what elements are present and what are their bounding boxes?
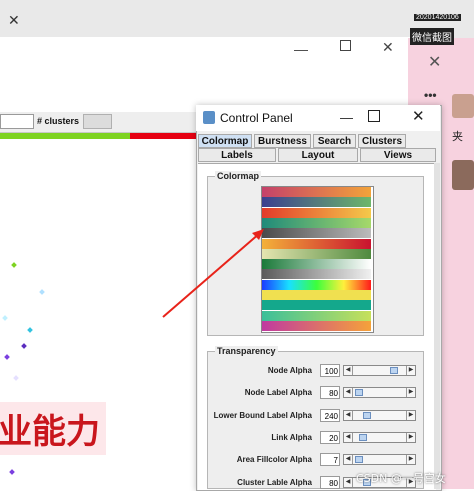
colormap-option[interactable] bbox=[262, 228, 371, 239]
alpha-label: Cluster Lable Alpha bbox=[237, 477, 312, 487]
slider-thumb[interactable] bbox=[363, 411, 372, 419]
tab-colormap[interactable]: Colormap bbox=[198, 134, 252, 148]
transparency-section-title: Transparency bbox=[215, 346, 278, 356]
alpha-slider[interactable]: ◀ ▶ bbox=[343, 409, 416, 421]
colormap-option[interactable] bbox=[262, 310, 371, 321]
colormap-section-title: Colormap bbox=[215, 171, 262, 181]
progress-bar-red bbox=[130, 133, 200, 139]
colormap-option[interactable] bbox=[262, 320, 371, 331]
slider-thumb[interactable] bbox=[355, 389, 364, 397]
background-close-icon[interactable]: ✕ bbox=[8, 12, 22, 28]
watermark: CSDN @一号宫女 bbox=[356, 472, 446, 485]
control-panel-title: Control Panel bbox=[220, 111, 293, 125]
colormap-option[interactable] bbox=[262, 290, 371, 300]
alpha-label: Area Fillcolor Alpha bbox=[236, 455, 312, 465]
slider-right-arrow-icon[interactable]: ▶ bbox=[406, 432, 415, 442]
colormap-option[interactable] bbox=[262, 238, 371, 249]
more-menu-icon[interactable]: ••• bbox=[424, 88, 437, 102]
alpha-value-field[interactable]: 240 bbox=[320, 408, 340, 422]
tab-labels[interactable]: Labels bbox=[198, 148, 276, 162]
tab-burstness[interactable]: Burstness bbox=[254, 134, 311, 148]
slider-thumb[interactable] bbox=[389, 367, 398, 374]
minimize-icon[interactable]: — bbox=[340, 110, 353, 125]
alpha-value-field[interactable]: 100 bbox=[320, 364, 340, 377]
clusters-label: # clusters bbox=[37, 116, 80, 126]
search-field[interactable] bbox=[0, 114, 34, 129]
node-dot bbox=[11, 262, 17, 268]
colormap-option[interactable] bbox=[262, 207, 371, 218]
slider-thumb[interactable] bbox=[355, 456, 364, 464]
close-icon[interactable]: ✕ bbox=[382, 39, 394, 56]
wechat-close-icon[interactable]: ✕ bbox=[428, 52, 441, 72]
alpha-label: Node Label Alpha bbox=[244, 388, 312, 398]
node-dot bbox=[13, 375, 19, 381]
screenshot-timestamp: 20201420106 bbox=[414, 14, 461, 21]
node-dot bbox=[27, 327, 33, 333]
background-titlebar: — ✕ bbox=[0, 37, 410, 65]
colormap-option[interactable] bbox=[262, 279, 371, 290]
colormap-option[interactable] bbox=[262, 187, 371, 197]
screenshot-title: 微信截图 bbox=[410, 28, 454, 45]
node-dot bbox=[4, 354, 10, 360]
node-dot bbox=[2, 315, 8, 321]
colormap-option[interactable] bbox=[262, 300, 371, 311]
slider-left-arrow-icon[interactable]: ◀ bbox=[344, 410, 353, 420]
slider-right-arrow-icon[interactable]: ▶ bbox=[406, 455, 415, 465]
slider-right-arrow-icon[interactable]: ▶ bbox=[406, 388, 415, 398]
alpha-label: Node Alpha bbox=[267, 366, 312, 375]
slider-right-arrow-icon[interactable]: ▶ bbox=[406, 366, 415, 375]
slider-right-arrow-icon[interactable]: ▶ bbox=[406, 410, 415, 420]
node-dot bbox=[9, 469, 15, 475]
avatar[interactable] bbox=[452, 160, 474, 190]
colormap-option[interactable] bbox=[262, 217, 371, 228]
alpha-value-field[interactable]: 20 bbox=[320, 430, 340, 444]
alpha-label: Link Alpha bbox=[271, 432, 312, 442]
colormap-option[interactable] bbox=[262, 269, 371, 280]
slider-left-arrow-icon[interactable]: ◀ bbox=[344, 455, 353, 465]
alpha-label: Lower Bound Label Alpha bbox=[213, 410, 312, 420]
minimize-icon[interactable]: — bbox=[294, 41, 308, 57]
slider-left-arrow-icon[interactable]: ◀ bbox=[344, 477, 353, 487]
chat-name-fragment: 夹 bbox=[452, 130, 463, 143]
alpha-value-field[interactable]: 80 bbox=[320, 475, 340, 489]
vertical-scrollbar[interactable] bbox=[434, 163, 440, 489]
clusters-field[interactable] bbox=[83, 114, 112, 129]
maximize-icon[interactable] bbox=[340, 40, 351, 51]
alpha-slider[interactable]: ◀ ▶ bbox=[343, 365, 416, 376]
tab-views[interactable]: Views bbox=[360, 148, 436, 162]
slider-left-arrow-icon[interactable]: ◀ bbox=[344, 366, 353, 375]
maximize-icon[interactable] bbox=[368, 110, 380, 122]
colormap-option[interactable] bbox=[262, 248, 371, 259]
colormap-option[interactable] bbox=[262, 259, 371, 270]
slider-thumb[interactable] bbox=[358, 433, 367, 441]
colormap-option[interactable] bbox=[262, 197, 371, 208]
alpha-value-field[interactable]: 7 bbox=[320, 453, 340, 467]
alpha-slider[interactable]: ◀ ▶ bbox=[343, 431, 416, 443]
tab-layout[interactable]: Layout bbox=[278, 148, 358, 162]
java-app-icon bbox=[203, 111, 215, 124]
close-icon[interactable]: ✕ bbox=[412, 107, 425, 125]
tab-clusters[interactable]: Clusters bbox=[358, 134, 406, 148]
alpha-slider[interactable]: ◀ ▶ bbox=[343, 454, 416, 466]
slider-left-arrow-icon[interactable]: ◀ bbox=[344, 388, 353, 398]
progress-bar-green bbox=[0, 133, 130, 139]
avatar[interactable] bbox=[452, 94, 474, 118]
slider-left-arrow-icon[interactable]: ◀ bbox=[344, 432, 353, 442]
annotation-arrow bbox=[162, 229, 264, 318]
background-top-bar bbox=[0, 0, 474, 40]
background-chinese-text: 业能力 bbox=[0, 402, 106, 455]
node-dot bbox=[21, 343, 27, 349]
alpha-slider[interactable]: ◀ ▶ bbox=[343, 387, 416, 399]
node-dot bbox=[39, 289, 45, 295]
alpha-value-field[interactable]: 80 bbox=[320, 386, 340, 400]
tab-search[interactable]: Search bbox=[313, 134, 356, 148]
